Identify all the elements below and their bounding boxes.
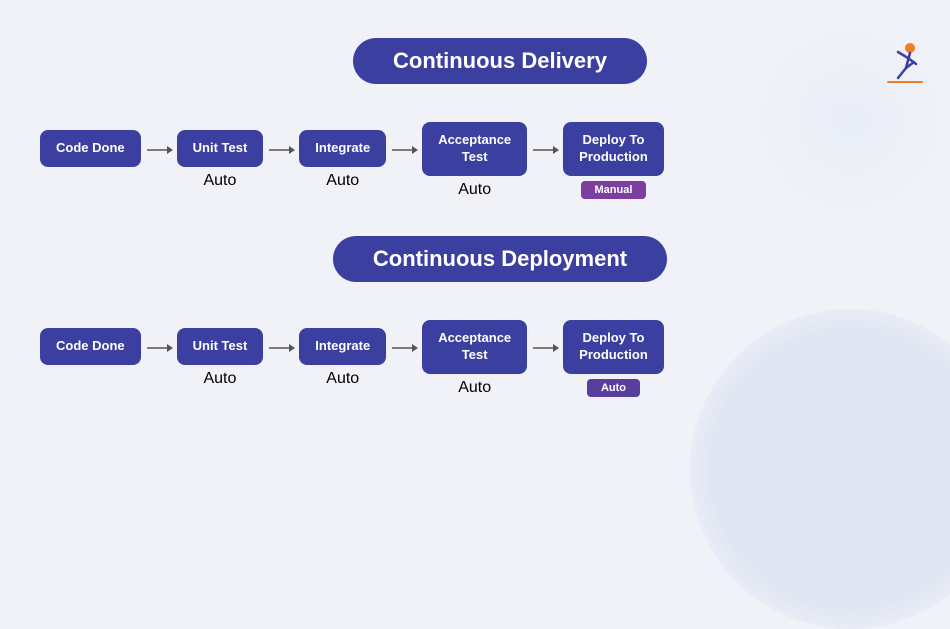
step-code-done-2: Code Done <box>40 328 141 365</box>
acceptance-1-label: Auto <box>458 181 491 199</box>
step-sublabel-unit-test-1: Auto <box>203 171 236 191</box>
delivery-section: Continuous Delivery Code Done Unit Test … <box>0 20 950 200</box>
step-wrap-integrate-1: Integrate Auto <box>299 130 386 191</box>
deployment-title: Continuous Deployment <box>333 236 667 282</box>
step-deploy-1: Deploy ToProduction <box>563 122 664 176</box>
step-integrate-1: Integrate <box>299 130 386 167</box>
arrow-1-2 <box>267 142 295 158</box>
step-sublabel-integrate-1: Auto <box>326 171 359 191</box>
arrow-2-3 <box>390 340 418 356</box>
step-integrate-2: Integrate <box>299 328 386 365</box>
unit-test-1-label: Auto <box>203 172 236 190</box>
step-sublabel-deploy-2: Auto <box>587 378 640 398</box>
step-wrap-unit-test-1: Unit Test Auto <box>177 130 264 191</box>
deployment-section: Continuous Deployment Code Done Unit Tes… <box>0 218 950 398</box>
arrow-2-1 <box>145 340 173 356</box>
arrow-2-2 <box>267 340 295 356</box>
step-deploy-2: Deploy ToProduction <box>563 320 664 374</box>
arrow-1-4 <box>531 142 559 158</box>
step-wrap-deploy-1: Deploy ToProduction Manual <box>563 122 664 200</box>
logo <box>878 38 928 88</box>
step-sublabel-acceptance-2: Auto <box>458 378 491 398</box>
step-wrap-unit-test-2: Unit Test Auto <box>177 328 264 389</box>
manual-badge: Manual <box>581 181 647 199</box>
integrate-2-label: Auto <box>326 370 359 388</box>
deployment-pipeline: Code Done Unit Test Auto Integrate Auto <box>40 320 920 398</box>
step-wrap-acceptance-2: AcceptanceTest Auto <box>422 320 527 398</box>
step-unit-test-2: Unit Test <box>177 328 264 365</box>
unit-test-2-label: Auto <box>203 370 236 388</box>
arrow-1-3 <box>390 142 418 158</box>
delivery-pipeline: Code Done Unit Test Auto Integrate Auto <box>40 122 920 200</box>
step-acceptance-1: AcceptanceTest <box>422 122 527 176</box>
step-sublabel-integrate-2: Auto <box>326 369 359 389</box>
integrate-1-label: Auto <box>326 172 359 190</box>
step-wrap-deploy-2: Deploy ToProduction Auto <box>563 320 664 398</box>
step-sublabel-unit-test-2: Auto <box>203 369 236 389</box>
step-wrap-acceptance-1: AcceptanceTest Auto <box>422 122 527 200</box>
step-wrap-integrate-2: Integrate Auto <box>299 328 386 389</box>
step-code-done-1: Code Done <box>40 130 141 167</box>
arrow-2-4 <box>531 340 559 356</box>
step-acceptance-2: AcceptanceTest <box>422 320 527 374</box>
step-unit-test-1: Unit Test <box>177 130 264 167</box>
step-sublabel-acceptance-1: Auto <box>458 180 491 200</box>
auto-badge: Auto <box>587 379 640 397</box>
step-wrap-code-done-1: Code Done <box>40 130 141 191</box>
arrow-1-1 <box>145 142 173 158</box>
acceptance-2-label: Auto <box>458 379 491 397</box>
step-wrap-code-done-2: Code Done <box>40 328 141 389</box>
delivery-title: Continuous Delivery <box>353 38 647 84</box>
step-sublabel-deploy-1: Manual <box>581 180 647 200</box>
